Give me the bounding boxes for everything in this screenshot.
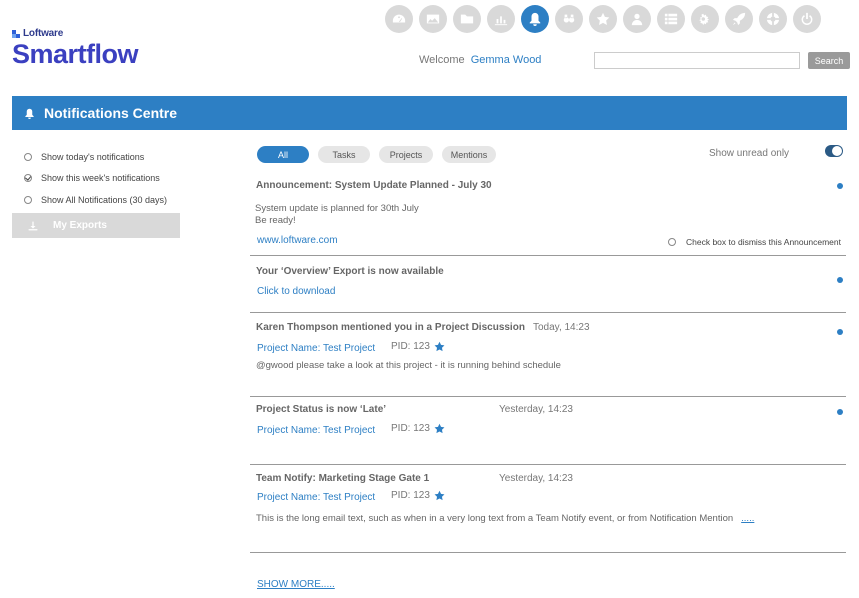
folder-icon[interactable]	[453, 5, 481, 33]
download-icon	[28, 221, 38, 230]
filter-today-option[interactable]: Show today's notifications	[24, 146, 167, 168]
project-pid: PID: 123	[391, 490, 445, 501]
project-link[interactable]: Project Name: Test Project	[257, 425, 375, 436]
bell-icon[interactable]	[521, 5, 549, 33]
welcome-label: Welcome	[419, 54, 465, 66]
brand-small-text: Loftware	[23, 28, 64, 39]
notification-text: Be ready!	[255, 215, 296, 226]
radio-button[interactable]	[24, 195, 32, 204]
sidebar-filters: Show today's notifications Show this wee…	[24, 146, 167, 211]
unread-indicator	[837, 183, 843, 189]
dismiss-label: Check box to dismiss this Announcement	[686, 237, 841, 247]
brand-logo[interactable]: Loftware Smartflow	[12, 28, 139, 69]
notification-item: Your ‘Overview’ Export is now available …	[250, 256, 846, 313]
brand-big-text: Smartflow	[12, 39, 139, 69]
notification-item: Announcement: System Update Planned - Ju…	[250, 175, 846, 256]
pid-text: PID: 123	[391, 423, 430, 434]
option-label: Show All Notifications (30 days)	[41, 194, 168, 205]
unread-indicator	[837, 409, 843, 415]
notification-title: Karen Thompson mentioned you in a Projec…	[256, 322, 525, 333]
notification-text: This is the long email text, such as whe…	[256, 513, 754, 524]
gears-icon[interactable]	[691, 5, 719, 33]
binoculars-icon[interactable]	[555, 5, 583, 33]
search-button[interactable]: Search	[808, 52, 850, 69]
radio-button[interactable]	[24, 152, 32, 161]
tab-all[interactable]: All	[257, 146, 309, 163]
filter-all-option[interactable]: Show All Notifications (30 days)	[24, 189, 167, 211]
project-link[interactable]: Project Name: Test Project	[257, 343, 375, 354]
unread-only-label: Show unread only	[709, 148, 790, 159]
radio-button[interactable]	[24, 174, 32, 183]
filter-tabs: All Tasks Projects Mentions	[257, 146, 496, 163]
unread-indicator	[837, 277, 843, 283]
search-input[interactable]	[594, 52, 800, 69]
lifebuoy-icon[interactable]	[759, 5, 787, 33]
page-title: Notifications Centre	[44, 105, 178, 121]
option-label: Show this week's notifications	[41, 173, 160, 184]
power-icon[interactable]	[793, 5, 821, 33]
notification-title: Team Notify: Marketing Stage Gate 1	[256, 473, 430, 484]
unread-indicator	[837, 329, 843, 335]
tab-tasks[interactable]: Tasks	[318, 146, 370, 163]
notification-text: System update is planned for 30th July	[255, 203, 419, 214]
list-icon[interactable]	[657, 5, 685, 33]
star-icon[interactable]	[434, 341, 445, 352]
notification-title: Your ‘Overview’ Export is now available	[256, 266, 444, 277]
tab-mentions[interactable]: Mentions	[442, 146, 496, 163]
star-icon[interactable]	[434, 490, 445, 501]
loftware-logo-icon	[12, 29, 20, 38]
notification-body: This is the long email text, such as whe…	[256, 513, 734, 524]
pid-text: PID: 123	[391, 341, 430, 352]
user-icon[interactable]	[623, 5, 651, 33]
user-name-link[interactable]: Gemma Wood	[471, 54, 542, 66]
notification-item: Karen Thompson mentioned you in a Projec…	[250, 313, 846, 397]
read-more-link[interactable]: .....	[741, 513, 754, 524]
notification-title: Announcement: System Update Planned - Ju…	[256, 180, 492, 191]
notification-title: Project Status is now ‘Late’	[256, 404, 387, 415]
star-icon[interactable]	[589, 5, 617, 33]
notification-time: Yesterday, 14:23	[499, 473, 573, 484]
filter-week-option[interactable]: Show this week's notifications	[24, 168, 167, 190]
welcome-message: Welcome Gemma Wood	[419, 54, 541, 66]
rocket-icon[interactable]	[725, 5, 753, 33]
tab-projects[interactable]: Projects	[379, 146, 433, 163]
star-icon[interactable]	[434, 423, 445, 434]
top-icon-bar	[385, 5, 821, 33]
bar-chart-icon[interactable]	[487, 5, 515, 33]
notification-time: Yesterday, 14:23	[499, 404, 573, 415]
dashboard-icon[interactable]	[385, 5, 413, 33]
page-header: Notifications Centre	[12, 96, 847, 130]
project-link[interactable]: Project Name: Test Project	[257, 492, 375, 503]
bell-icon	[25, 108, 34, 119]
image-icon[interactable]	[419, 5, 447, 33]
pid-text: PID: 123	[391, 490, 430, 501]
notification-time: Today, 14:23	[533, 322, 590, 333]
my-exports-button[interactable]: My Exports	[12, 213, 180, 238]
project-pid: PID: 123	[391, 341, 445, 352]
show-more-link[interactable]: SHOW MORE.....	[257, 579, 335, 590]
project-pid: PID: 123	[391, 423, 445, 434]
my-exports-label: My Exports	[53, 220, 107, 231]
dismiss-announcement[interactable]: Check box to dismiss this Announcement	[668, 237, 841, 247]
website-link[interactable]: www.loftware.com	[257, 235, 338, 246]
notification-text: @gwood please take a look at this projec…	[256, 360, 561, 371]
dismiss-checkbox[interactable]	[668, 238, 676, 246]
option-label: Show today's notifications	[41, 151, 145, 162]
download-link[interactable]: Click to download	[257, 286, 335, 297]
notification-item: Team Notify: Marketing Stage Gate 1 Yest…	[250, 465, 846, 553]
unread-only-toggle[interactable]	[825, 145, 843, 157]
notification-item: Project Status is now ‘Late’ Yesterday, …	[250, 397, 846, 465]
